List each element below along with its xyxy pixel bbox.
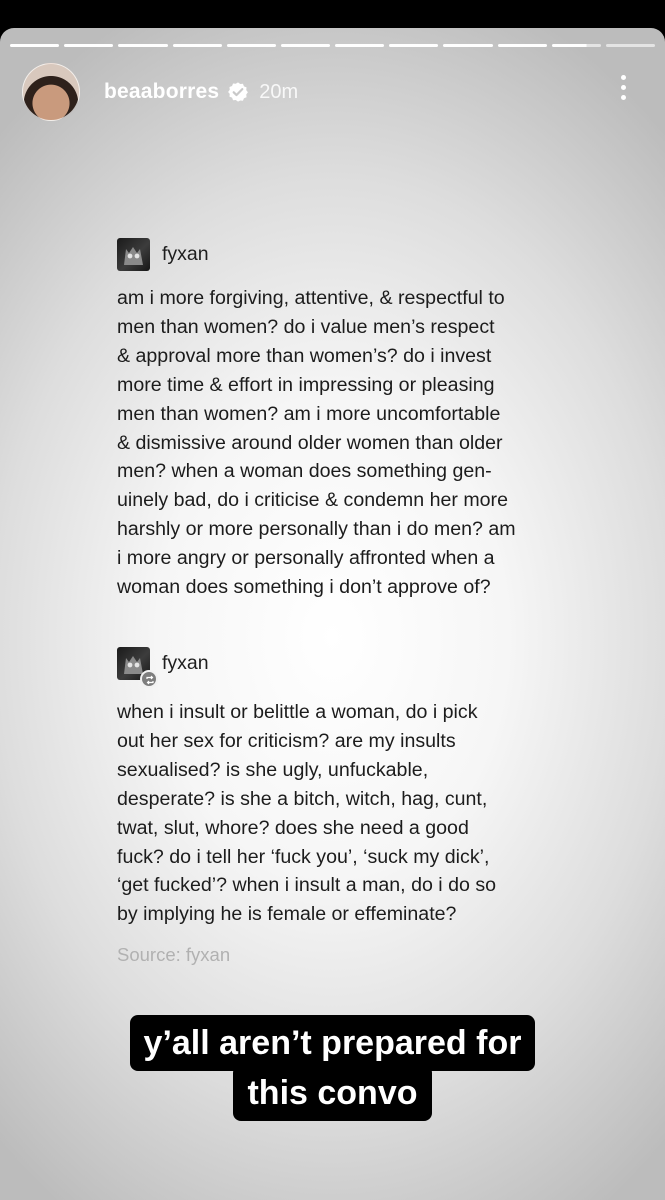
story-viewer[interactable]: beaaborres 20m fyxan am i more forgiving… bbox=[0, 28, 665, 1200]
progress-segment bbox=[172, 44, 222, 47]
progress-segment bbox=[280, 44, 331, 47]
story-header: beaaborres 20m bbox=[22, 62, 298, 122]
more-vertical-icon[interactable] bbox=[619, 75, 627, 100]
text-line: & dismissive around older women than old… bbox=[117, 431, 503, 454]
text-line: men than women? am i more uncomfortable bbox=[117, 402, 501, 425]
text-line: out her sex for criticism? are my insult… bbox=[117, 729, 456, 752]
source-label: Source: fyxan bbox=[117, 944, 231, 965]
text-line: & approval more than women’s? do i inves… bbox=[117, 344, 492, 367]
post-header-2: fyxan bbox=[117, 647, 209, 688]
text-line: men? when a woman does something gen- bbox=[117, 460, 492, 483]
post-header-1: fyxan bbox=[117, 238, 209, 271]
text-line: woman does something i don’t approve of? bbox=[117, 576, 491, 599]
text-line: am i more forgiving, attentive, & respec… bbox=[117, 287, 505, 309]
text-line: when i insult or belittle a woman, do i … bbox=[117, 701, 478, 723]
progress-segment bbox=[335, 44, 385, 47]
progress-segment bbox=[497, 44, 547, 47]
text-line: desperate? is she a bitch, witch, hag, c… bbox=[117, 787, 488, 810]
story-caption: y’all aren’t prepared for this convo bbox=[0, 1015, 665, 1121]
tumblr-avatar bbox=[117, 647, 158, 688]
text-line: fuck? do i tell her ‘fuck you’, ‘suck my… bbox=[117, 845, 490, 868]
text-line: sexualised? is she ugly, unfuckable, bbox=[117, 758, 429, 781]
text-line: twat, slut, whore? does she need a good bbox=[117, 816, 469, 839]
post-body-1: am i more forgiving, attentive, & respec… bbox=[117, 284, 597, 602]
post-time: 20m bbox=[259, 80, 299, 103]
user-avatar[interactable] bbox=[22, 63, 80, 121]
post-author-1: fyxan bbox=[162, 243, 209, 265]
progress-segment bbox=[64, 44, 114, 47]
text-line: ‘get fucked’? when i insult a man, do i … bbox=[117, 874, 497, 897]
text-line: uinely bad, do i criticise & condemn her… bbox=[117, 489, 508, 512]
verified-badge-icon bbox=[228, 82, 249, 102]
progress-segment bbox=[10, 44, 60, 47]
post-body-2: when i insult or belittle a woman, do i … bbox=[117, 698, 597, 929]
progress-segment bbox=[118, 44, 168, 47]
text-line: more time & effort in impressing or plea… bbox=[117, 373, 495, 396]
progress-segment bbox=[605, 44, 656, 47]
progress-segment bbox=[551, 44, 601, 47]
owl-avatar-icon bbox=[124, 247, 143, 265]
reblog-icon bbox=[140, 670, 158, 688]
story-progress-bar bbox=[10, 44, 656, 47]
text-line: harshly or more personally than i do men… bbox=[117, 518, 516, 541]
caption-line: y’all aren’t prepared for bbox=[129, 1015, 536, 1071]
progress-segment bbox=[389, 44, 439, 47]
post-author-2: fyxan bbox=[162, 652, 209, 674]
tumblr-avatar bbox=[117, 238, 150, 271]
caption-line: this convo bbox=[233, 1065, 432, 1121]
text-line: i more angry or personally affronted whe… bbox=[117, 547, 495, 570]
text-line: by implying he is female or effeminate? bbox=[117, 903, 457, 926]
text-line: men than women? do i value men’s respect bbox=[117, 315, 495, 338]
username[interactable]: beaaborres bbox=[104, 80, 219, 104]
progress-segment bbox=[226, 44, 276, 47]
progress-segment bbox=[443, 44, 493, 47]
